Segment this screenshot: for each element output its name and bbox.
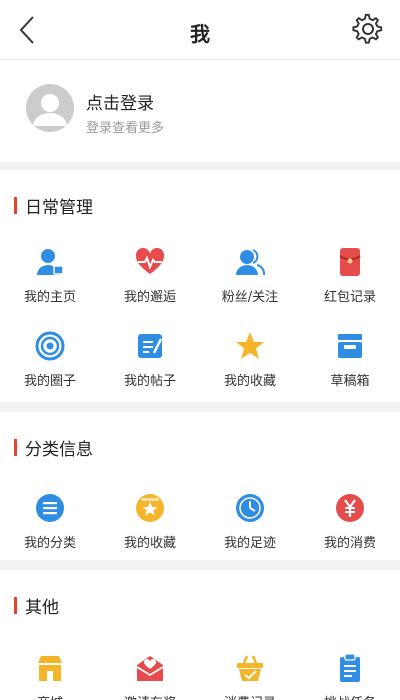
menu-label: 我的帖子 (123, 374, 176, 389)
yen-circle-icon (336, 494, 364, 522)
menu-fans-follow[interactable]: 粉丝/关注 (200, 246, 300, 324)
menu-my-footprint[interactable]: 我的足迹 (200, 492, 300, 570)
section-accent-bar (14, 196, 17, 214)
menu-label: 粉丝/关注 (221, 290, 279, 305)
menu-label: 我的收藏 (123, 536, 176, 551)
menu-label: 红包记录 (323, 290, 376, 305)
section-title-text: 其他 (25, 597, 59, 618)
menu-my-posts[interactable]: 我的帖子 (100, 330, 200, 408)
menu-label: 我的圈子 (23, 374, 76, 389)
user-home-icon (37, 249, 64, 275)
list-circle-icon (36, 494, 64, 522)
section-title: 分类信息 (14, 436, 93, 460)
post-icon (138, 334, 163, 358)
page-title: 我 (190, 22, 210, 46)
star-icon (236, 332, 264, 359)
menu-drafts[interactable]: 草稿箱 (300, 330, 400, 408)
avatar[interactable] (26, 84, 74, 132)
menu-challenge-tasks[interactable]: 挑战任务 (300, 652, 400, 700)
menu-my-favorites-2[interactable]: 我的收藏 (100, 492, 200, 570)
menu-red-envelope[interactable]: 红包记录 (300, 246, 400, 324)
menu-my-encounters[interactable]: 我的邂逅 (100, 246, 200, 324)
menu-my-home[interactable]: 我的主页 (0, 246, 100, 324)
default-avatar-icon (26, 84, 74, 132)
menu-label: 消费记录 (224, 692, 276, 700)
section-accent-bar (14, 438, 17, 456)
menu-my-circle[interactable]: 我的圈子 (0, 330, 100, 408)
gear-icon (352, 13, 383, 44)
section-title: 日常管理 (14, 194, 93, 218)
section-title-text: 分类信息 (25, 439, 93, 460)
top-bar: 我 (0, 0, 400, 60)
settings-button[interactable] (352, 13, 384, 45)
menu-shop[interactable]: 商城 (0, 652, 100, 700)
menu-label: 我的邂逅 (123, 290, 176, 305)
menu-label: 我的足迹 (223, 536, 276, 551)
section-daily: 日常管理 我的主页 我的邂逅 粉丝/关注 红包记录 我的圈子 我的帖子 我的收藏… (0, 170, 400, 402)
profile-card[interactable]: 点击登录 登录查看更多 (0, 60, 400, 162)
drafts-tray-icon (338, 334, 362, 358)
invite-mail-icon (136, 656, 164, 681)
red-envelope-icon (339, 248, 361, 276)
section-title: 其他 (14, 594, 59, 618)
star-circle-icon (136, 494, 164, 522)
menu-purchase-history[interactable]: 消费记录 (200, 652, 300, 700)
menu-label: 商城 (37, 692, 63, 700)
section-title-text: 日常管理 (25, 197, 93, 218)
section-accent-bar (14, 596, 17, 614)
heartbeat-icon (135, 247, 165, 274)
menu-my-category[interactable]: 我的分类 (0, 492, 100, 570)
menu-label: 草稿箱 (330, 374, 370, 389)
basket-icon (237, 655, 263, 681)
menu-label: 我的消费 (323, 536, 376, 551)
clipboard-icon (340, 653, 360, 682)
clock-icon (236, 494, 264, 522)
menu-label: 我的主页 (23, 290, 76, 305)
section-category: 分类信息 我的分类 我的收藏 我的足迹 我的消费 (0, 412, 400, 560)
back-button[interactable] (12, 12, 42, 48)
back-arrow-icon (19, 16, 34, 44)
circle-target-icon (35, 331, 65, 361)
menu-label: 挑战任务 (324, 692, 376, 700)
menu-my-spending[interactable]: 我的消费 (300, 492, 400, 570)
section-other: 其他 商城 邀请有奖 消费记录 挑战任务 (0, 570, 400, 700)
fans-icon (236, 249, 265, 276)
login-link[interactable]: 点击登录 (86, 89, 154, 114)
menu-my-favorites[interactable]: 我的收藏 (200, 330, 300, 408)
menu-label: 我的收藏 (223, 374, 276, 389)
menu-label: 我的分类 (23, 536, 76, 551)
login-hint: 登录查看更多 (86, 121, 165, 136)
shop-icon (38, 656, 62, 681)
menu-invite[interactable]: 邀请有奖 (100, 652, 200, 700)
menu-label: 邀请有奖 (124, 692, 176, 700)
